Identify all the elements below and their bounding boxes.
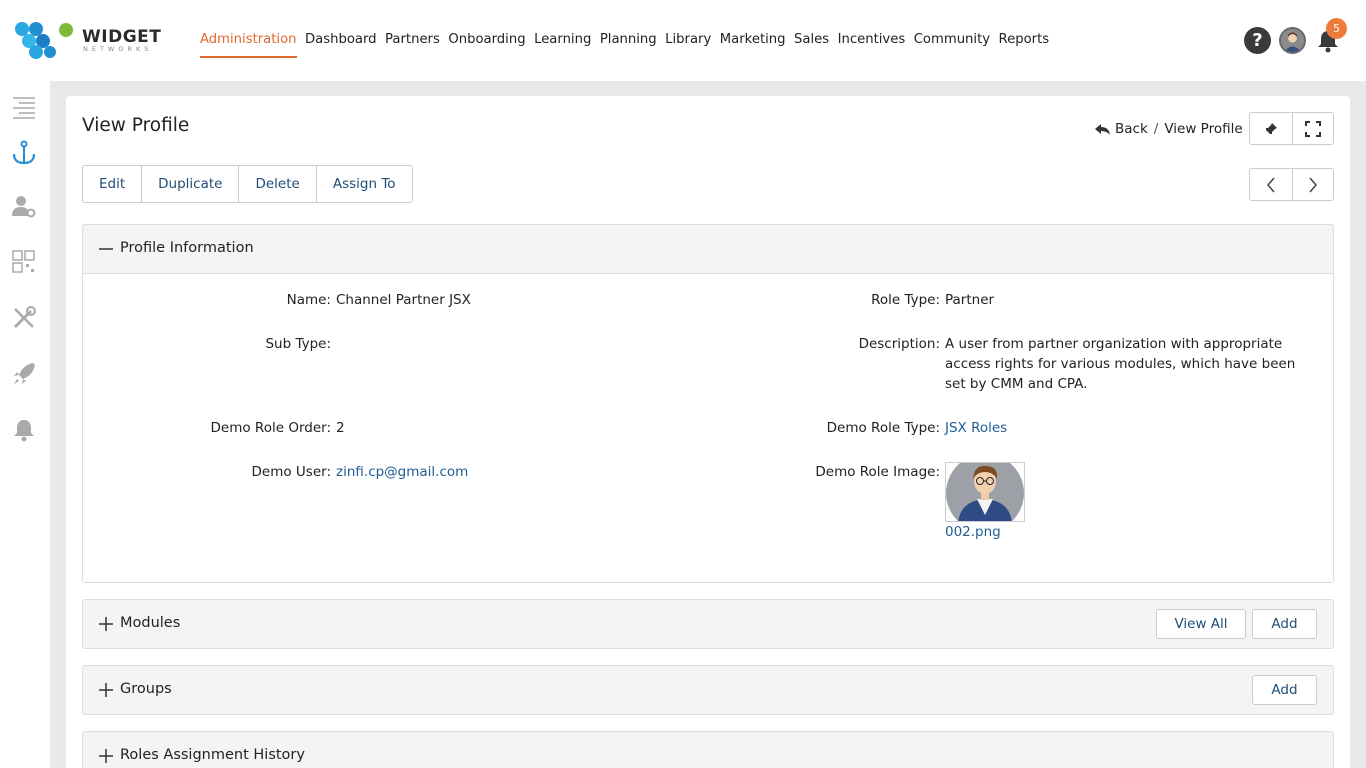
nav-planning[interactable]: Planning <box>600 30 657 58</box>
pin-button[interactable] <box>1250 113 1292 144</box>
main-nav: Administration Dashboard Partners Onboar… <box>200 30 1058 58</box>
demo-role-type-label: Demo Role Type: <box>826 420 940 436</box>
left-rail <box>0 81 50 768</box>
groups-title: Groups <box>120 681 172 697</box>
demo-role-image-filename[interactable]: 002.png <box>945 522 1001 542</box>
fullscreen-button[interactable] <box>1291 113 1334 144</box>
brand-name: WIDGET <box>82 27 162 47</box>
nav-dashboard[interactable]: Dashboard <box>305 30 377 58</box>
back-link[interactable]: Back <box>1115 121 1148 137</box>
view-profile-card: View Profile Back / View Profile Edit Du… <box>66 96 1350 768</box>
name-value: Channel Partner JSX <box>336 292 471 308</box>
profile-information-body: Name: Channel Partner JSX Role Type: Par… <box>83 273 1333 582</box>
description-value: A user from partner organization with ap… <box>945 336 1296 392</box>
demo-role-image[interactable] <box>945 462 1025 522</box>
groups-section: Groups Add <box>82 665 1334 715</box>
duplicate-button[interactable]: Duplicate <box>141 166 238 202</box>
previous-record-button[interactable] <box>1250 169 1292 200</box>
modules-section: Modules View All Add <box>82 599 1334 649</box>
top-header: WIDGET NETWORKS Administration Dashboard… <box>0 0 1366 81</box>
nav-administration[interactable]: Administration <box>200 30 297 58</box>
demo-user-link[interactable]: zinfi.cp@gmail.com <box>336 462 468 482</box>
anchor-icon[interactable] <box>11 140 37 166</box>
menu-icon[interactable] <box>11 94 37 120</box>
demo-role-type-link[interactable]: JSX Roles <box>945 418 1007 438</box>
expand-icon[interactable] <box>98 748 114 764</box>
breadcrumb: Back / View Profile <box>1094 121 1243 137</box>
demo-role-order-label: Demo Role Order: <box>210 420 331 436</box>
chevron-right-icon <box>1309 177 1317 192</box>
profile-information-section: Profile Information Name: Channel Partne… <box>82 224 1334 583</box>
roles-assignment-history-title: Roles Assignment History <box>120 747 305 763</box>
nav-partners[interactable]: Partners <box>385 30 440 58</box>
record-pager <box>1249 168 1334 201</box>
description-label: Description: <box>858 336 940 352</box>
back-arrow-icon[interactable] <box>1094 123 1111 136</box>
role-type-label: Role Type: <box>871 292 940 308</box>
notification-count-badge: 5 <box>1326 18 1347 39</box>
qr-grid-icon[interactable] <box>11 249 37 275</box>
demo-role-image-label: Demo Role Image: <box>815 464 940 480</box>
page-title: View Profile <box>82 115 190 136</box>
pin-icon <box>1264 122 1277 135</box>
edit-button[interactable]: Edit <box>83 166 141 202</box>
breadcrumb-current: View Profile <box>1164 121 1243 137</box>
nav-learning[interactable]: Learning <box>534 30 591 58</box>
expand-icon[interactable] <box>98 616 114 632</box>
card-tools <box>1249 112 1334 145</box>
collapse-icon[interactable] <box>98 241 114 257</box>
nav-sales[interactable]: Sales <box>794 30 829 58</box>
chevron-left-icon <box>1266 177 1275 192</box>
roles-assignment-history-header[interactable]: Roles Assignment History <box>83 732 1333 768</box>
role-type-value: Partner <box>945 292 995 308</box>
demo-user-label: Demo User: <box>251 464 331 480</box>
modules-add-button[interactable]: Add <box>1252 609 1317 639</box>
breadcrumb-separator: / <box>1153 121 1159 137</box>
user-avatar[interactable] <box>1279 27 1306 54</box>
nav-onboarding[interactable]: Onboarding <box>448 30 525 58</box>
rocket-icon[interactable] <box>11 361 37 387</box>
modules-title: Modules <box>120 615 181 631</box>
profile-avatar-image <box>946 463 1024 521</box>
groups-add-button[interactable]: Add <box>1252 675 1317 705</box>
name-label: Name: <box>286 292 331 308</box>
nav-marketing[interactable]: Marketing <box>720 30 786 58</box>
user-settings-icon[interactable] <box>11 193 37 219</box>
nav-community[interactable]: Community <box>914 30 990 58</box>
groups-header[interactable]: Groups Add <box>83 666 1333 714</box>
help-icon[interactable]: ? <box>1244 27 1271 54</box>
nav-incentives[interactable]: Incentives <box>838 30 906 58</box>
tools-icon[interactable] <box>11 305 37 331</box>
next-record-button[interactable] <box>1291 169 1334 200</box>
profile-information-header[interactable]: Profile Information <box>83 225 1333 273</box>
bell-icon[interactable] <box>11 417 37 443</box>
fullscreen-icon <box>1304 120 1321 137</box>
demo-role-order-value: 2 <box>336 420 345 436</box>
nav-reports[interactable]: Reports <box>999 30 1050 58</box>
roles-assignment-history-section: Roles Assignment History <box>82 731 1334 768</box>
section-title: Profile Information <box>120 240 254 256</box>
expand-icon[interactable] <box>98 682 114 698</box>
sub-type-label: Sub Type: <box>265 336 331 352</box>
action-bar: Edit Duplicate Delete Assign To <box>82 165 413 203</box>
brand-tagline: NETWORKS <box>83 45 153 53</box>
nav-library[interactable]: Library <box>665 30 711 58</box>
modules-header[interactable]: Modules View All Add <box>83 600 1333 648</box>
modules-view-all-button[interactable]: View All <box>1156 609 1246 639</box>
user-avatar-icon <box>1284 32 1301 52</box>
assign-to-button[interactable]: Assign To <box>315 166 412 202</box>
delete-button[interactable]: Delete <box>238 166 315 202</box>
